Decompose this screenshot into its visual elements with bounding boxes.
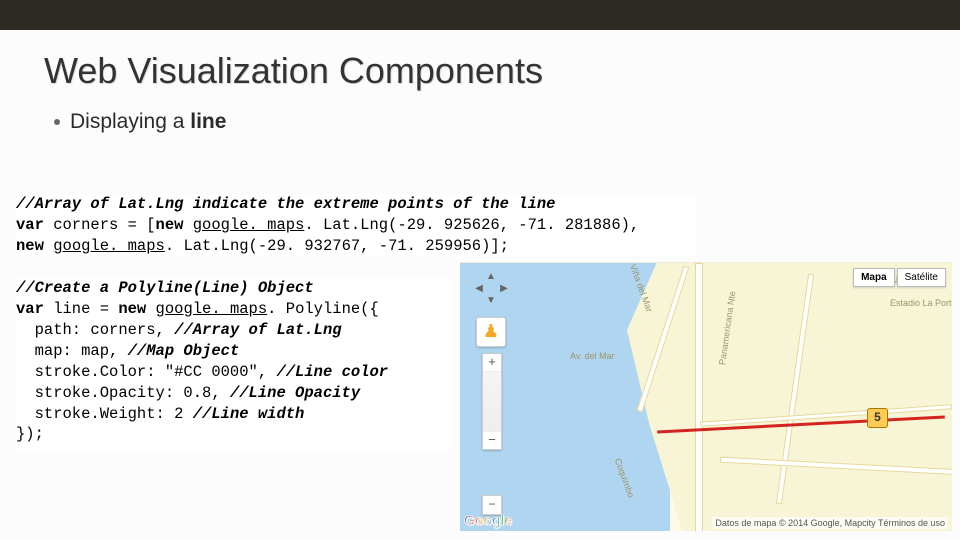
- pan-control[interactable]: ▲ ▼ ◀ ▶: [472, 273, 512, 313]
- map-view[interactable]: Viña del Mar Coquimbo Panamericana Nte A…: [460, 262, 952, 531]
- map-type-satellite-button[interactable]: Satélite: [897, 268, 946, 287]
- code-comment: //Line color: [276, 363, 388, 381]
- code-text: [183, 216, 192, 234]
- code-comment: //Array of Lat.Lng indicate the extreme …: [16, 195, 556, 213]
- google-logo: Google: [464, 512, 512, 528]
- bullet-prefix: Displaying a: [70, 110, 190, 133]
- code-comment: //Array of Lat.Lng: [174, 321, 341, 339]
- map-type-switch[interactable]: Mapa Satélite: [853, 268, 946, 287]
- code-ident: google. maps: [193, 216, 305, 234]
- pan-left-icon[interactable]: ◀: [472, 283, 486, 297]
- zoom-out-button[interactable]: −: [483, 432, 501, 449]
- pan-up-icon[interactable]: ▲: [484, 271, 498, 285]
- code-text: map: map,: [16, 342, 128, 360]
- code-text: . Polyline({: [267, 300, 379, 318]
- map-road: [695, 263, 703, 531]
- code-comment: //Map Object: [128, 342, 240, 360]
- code-ident: google. maps: [53, 237, 165, 255]
- code-text: . Lat.Lng(-29. 932767, -71. 259956)];: [165, 237, 509, 255]
- code-block-array: //Array of Lat.Lng indicate the extreme …: [16, 194, 696, 257]
- code-kw-new: new: [156, 216, 184, 234]
- code-text: stroke.Opacity: 0.8,: [16, 384, 230, 402]
- code-ident: google. maps: [156, 300, 268, 318]
- code-text: line =: [44, 300, 118, 318]
- code-text: stroke.Weight: 2: [16, 405, 193, 423]
- code-text: corners = [: [44, 216, 156, 234]
- zoom-in-button[interactable]: +: [483, 354, 501, 372]
- zoom-control[interactable]: + −: [482, 353, 502, 450]
- code-text: stroke.Color: "#CC 0000",: [16, 363, 276, 381]
- bullet-row: Displaying a line: [54, 110, 960, 134]
- code-comment: //Line Opacity: [230, 384, 360, 402]
- map-attribution: Datos de mapa © 2014 Google, Mapcity Tér…: [712, 517, 948, 529]
- code-kw-new: new: [16, 237, 44, 255]
- code-comment: //Create a Polyline(Line) Object: [16, 279, 314, 297]
- map-type-map-button[interactable]: Mapa: [853, 268, 895, 287]
- code-block-polyline: //Create a Polyline(Line) Object var lin…: [16, 278, 451, 451]
- code-text: });: [16, 425, 44, 443]
- bullet-bold: line: [190, 110, 226, 133]
- slide-title: Web Visualization Components: [44, 50, 960, 92]
- code-text: path: corners,: [16, 321, 174, 339]
- map-label: Av. del Mar: [570, 351, 615, 361]
- pan-down-icon[interactable]: ▼: [484, 295, 498, 309]
- code-comment: //Line width: [193, 405, 305, 423]
- slide-top-bar: [0, 0, 960, 30]
- map-label: Estadio La Portada: [890, 298, 952, 308]
- bullet-dot-icon: [54, 119, 60, 125]
- pan-right-icon[interactable]: ▶: [497, 283, 511, 297]
- code-text: [146, 300, 155, 318]
- code-kw-var: var: [16, 300, 44, 318]
- bullet-text: Displaying a line: [70, 110, 226, 134]
- zoom-slider[interactable]: [483, 372, 501, 432]
- pegman-button[interactable]: ♟: [476, 317, 506, 347]
- code-text: . Lat.Lng(-29. 925626, -71. 281886),: [304, 216, 639, 234]
- code-kw-new: new: [118, 300, 146, 318]
- route-marker: 5: [867, 408, 888, 428]
- code-text: [44, 237, 53, 255]
- code-kw-var: var: [16, 216, 44, 234]
- pegman-icon: ♟: [483, 321, 499, 341]
